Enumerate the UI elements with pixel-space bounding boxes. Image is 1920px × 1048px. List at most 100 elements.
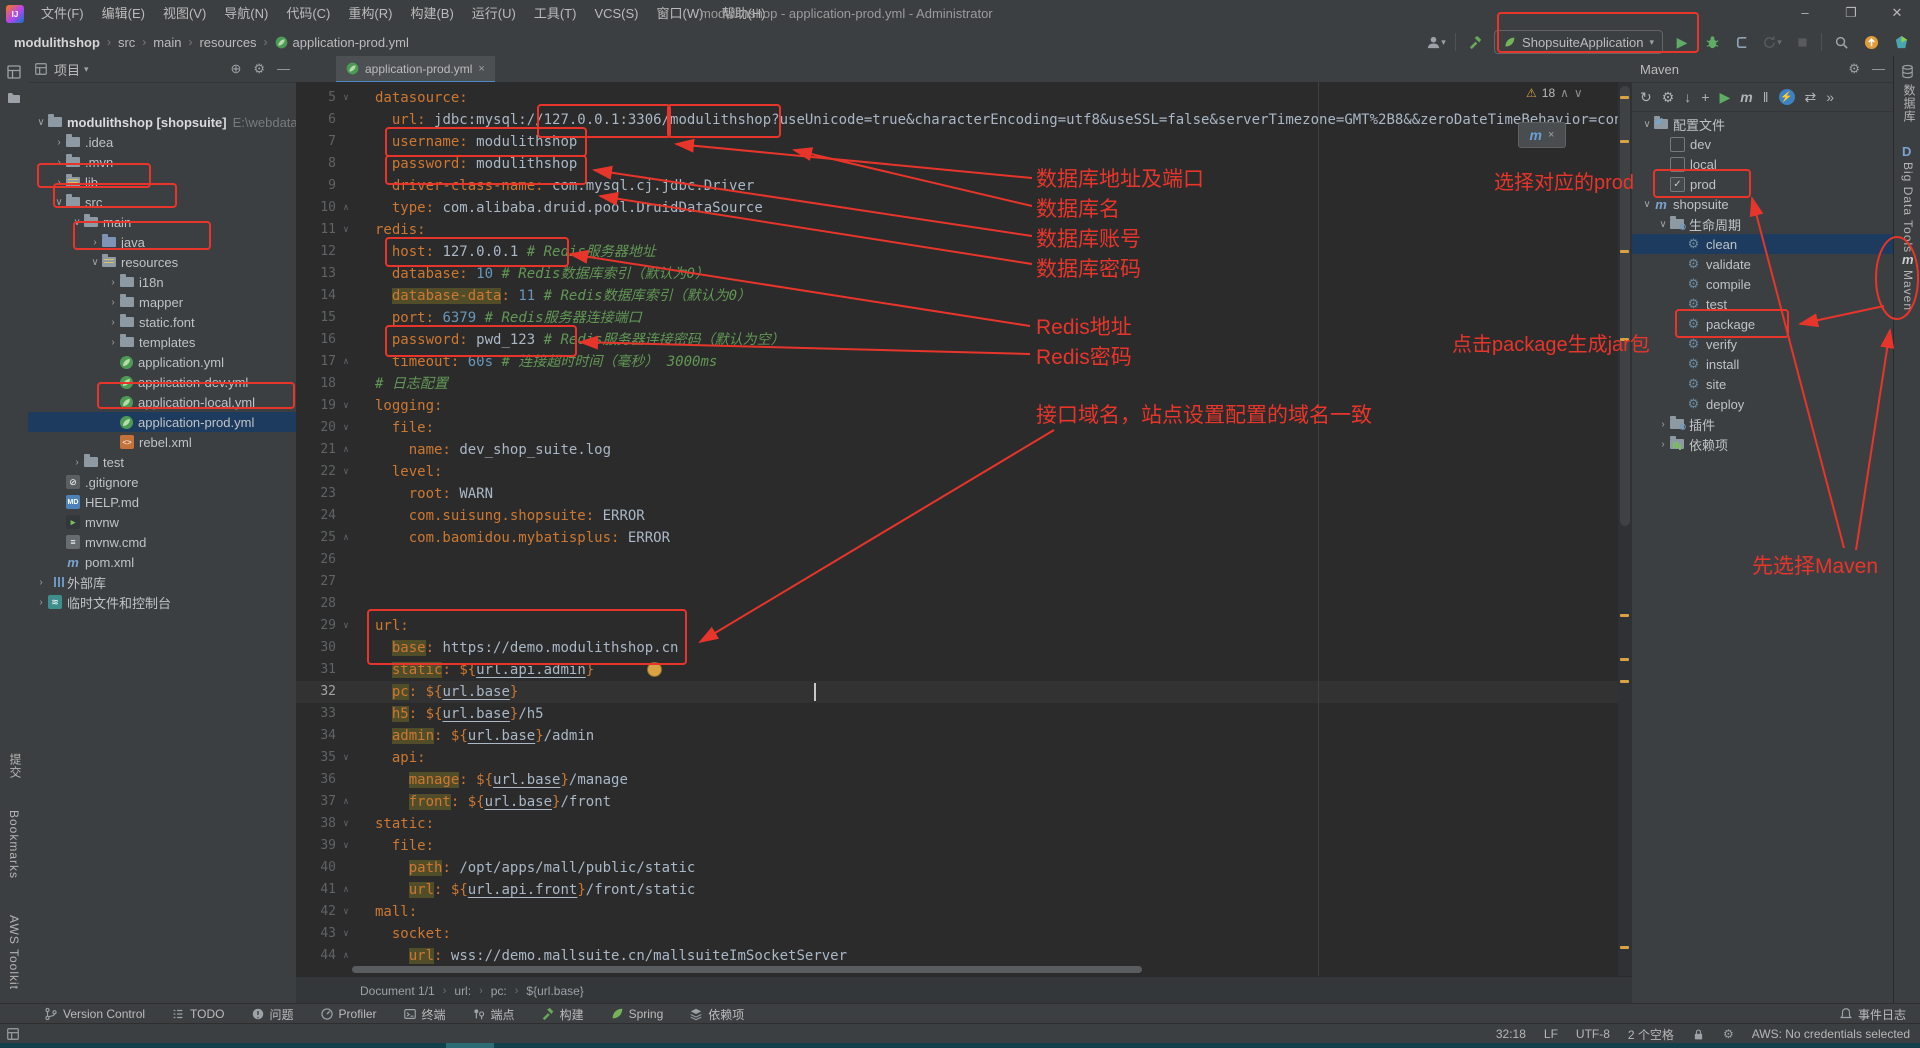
- menu-工具(T)[interactable]: 工具(T): [525, 0, 586, 28]
- tree-item-main[interactable]: ∨main: [28, 212, 297, 232]
- fold-marker[interactable]: ∧: [336, 527, 356, 549]
- tab-application-prod[interactable]: application-prod.yml ×: [336, 56, 495, 84]
- fold-marker[interactable]: ∨: [336, 87, 356, 109]
- code-line-23[interactable]: 23 root: WARN: [296, 483, 493, 505]
- maven-item-配置文件[interactable]: ∨配置文件: [1632, 114, 1893, 134]
- code-line-17[interactable]: 17∧ timeout: 60s # 连接超时时间（毫秒） 3000ms: [296, 351, 717, 373]
- chevron-icon[interactable]: ›: [106, 317, 120, 328]
- menu-视图(V)[interactable]: 视图(V): [154, 0, 215, 28]
- tree-item-modulithshop [shopsuite][interactable]: ∨modulithshop [shopsuite]E:\webdata\: [28, 112, 297, 132]
- menu-代码(C)[interactable]: 代码(C): [277, 0, 339, 28]
- maven-item-生命周期[interactable]: ∨生命周期: [1632, 214, 1893, 234]
- chevron-icon[interactable]: ∨: [70, 217, 84, 228]
- user-icon[interactable]: ▾: [1425, 31, 1447, 53]
- floating-widget[interactable]: m ×: [1518, 122, 1566, 148]
- doc-crumb-0[interactable]: Document 1/1: [360, 984, 435, 998]
- doc-crumb-2[interactable]: pc:: [491, 984, 507, 998]
- event-log-button[interactable]: 事件日志: [1839, 1006, 1906, 1023]
- maven-m-icon[interactable]: m: [1902, 252, 1914, 267]
- code-line-27[interactable]: 27: [296, 571, 375, 593]
- tab-close-icon[interactable]: ×: [478, 63, 484, 75]
- fold-marker[interactable]: ∨: [336, 615, 356, 637]
- chevron-icon[interactable]: ∨: [34, 117, 48, 128]
- maven-item-site[interactable]: ⚙site: [1632, 374, 1893, 394]
- code-line-13[interactable]: 13 database: 10 # Redis数据库索引（默认为0）: [296, 263, 709, 285]
- code-line-20[interactable]: 20∨ file:: [296, 417, 434, 439]
- maven-item-prod[interactable]: ✓prod: [1632, 174, 1893, 194]
- execute-icon[interactable]: ‖: [1763, 89, 1769, 105]
- chip-close-icon[interactable]: ×: [1548, 129, 1554, 141]
- database-icon[interactable]: [1900, 64, 1915, 79]
- chevron-icon[interactable]: ›: [52, 177, 66, 188]
- vertical-scrollbar[interactable]: [1620, 86, 1630, 526]
- code-line-9[interactable]: 9 driver-class-name: com.mysql.cj.jdbc.D…: [296, 175, 754, 197]
- chevron-icon[interactable]: ›: [1656, 439, 1670, 450]
- chevron-icon[interactable]: ∨: [52, 197, 66, 208]
- code-line-10[interactable]: 10∧ type: com.alibaba.druid.pool.DruidDa…: [296, 197, 763, 219]
- code-line-18[interactable]: 18# 日志配置: [296, 373, 448, 395]
- maven-item-compile[interactable]: ⚙compile: [1632, 274, 1893, 294]
- code-line-34[interactable]: 34 admin: ${url.base}/admin: [296, 725, 594, 747]
- maven-item-dev[interactable]: dev: [1632, 134, 1893, 154]
- tree-item-.idea[interactable]: ›.idea: [28, 132, 297, 152]
- code-line-25[interactable]: 25∧ com.baomidou.mybatisplus: ERROR: [296, 527, 670, 549]
- menu-文件(F)[interactable]: 文件(F): [32, 0, 93, 28]
- fold-marker[interactable]: ∨: [336, 923, 356, 945]
- locate-file-button[interactable]: ⊕: [230, 61, 241, 77]
- intention-bulb-icon[interactable]: [647, 662, 662, 677]
- fold-marker[interactable]: ∨: [336, 835, 356, 857]
- tool-button-终端[interactable]: 终端: [403, 1006, 446, 1023]
- maven-item-deploy[interactable]: ⚙deploy: [1632, 394, 1893, 414]
- maven-item-shopsuite[interactable]: ∨mshopsuite: [1632, 194, 1893, 214]
- tool-windows-toggle-icon[interactable]: [6, 1027, 20, 1041]
- hide-panel-button[interactable]: —: [277, 61, 290, 77]
- toggle-icon[interactable]: ⇄: [1805, 89, 1817, 106]
- code-line-32[interactable]: 32 pc: ${url.base}: [296, 681, 518, 703]
- checkbox-prod[interactable]: ✓: [1670, 177, 1685, 192]
- tool-aws-toolkit[interactable]: AWS Toolkit: [7, 915, 21, 990]
- chevron-icon[interactable]: ›: [106, 337, 120, 348]
- tree-item-rebel.xml[interactable]: <>rebel.xml: [28, 432, 297, 452]
- rerun-button[interactable]: ▾: [1761, 31, 1783, 53]
- panel-settings-button[interactable]: ⚙: [253, 61, 265, 77]
- code-line-43[interactable]: 43∨ socket:: [296, 923, 451, 945]
- tool-button-Version Control[interactable]: Version Control: [44, 1007, 145, 1021]
- file-encoding[interactable]: UTF-8: [1576, 1027, 1610, 1041]
- checkbox-local[interactable]: [1670, 157, 1685, 172]
- fold-marker[interactable]: ∨: [336, 219, 356, 241]
- add-icon[interactable]: +: [1701, 89, 1709, 105]
- code-line-36[interactable]: 36 manage: ${url.base}/manage: [296, 769, 628, 791]
- run-button[interactable]: ▶: [1671, 31, 1693, 53]
- code-line-21[interactable]: 21∧ name: dev_shop_suite.log: [296, 439, 611, 461]
- coverage-button[interactable]: [1731, 31, 1753, 53]
- tool-button-Spring[interactable]: Spring: [610, 1007, 664, 1021]
- code-editor[interactable]: 5∨datasource:6 url: jdbc:mysql://127.0.0…: [296, 82, 1632, 976]
- code-line-42[interactable]: 42∨mall:: [296, 901, 417, 923]
- code-line-26[interactable]: 26: [296, 549, 375, 571]
- chevron-icon[interactable]: ›: [34, 577, 48, 588]
- chevron-icon[interactable]: ∨: [1656, 219, 1670, 230]
- code-line-33[interactable]: 33 h5: ${url.base}/h5: [296, 703, 544, 725]
- tree-item-.mvn[interactable]: ›.mvn: [28, 152, 297, 172]
- chevron-icon[interactable]: ›: [34, 597, 48, 608]
- tool-maven[interactable]: Maven: [1901, 270, 1915, 311]
- line-separator[interactable]: LF: [1544, 1027, 1558, 1041]
- tool-database[interactable]: 数据库: [1901, 84, 1918, 123]
- maven-item-local[interactable]: local: [1632, 154, 1893, 174]
- tree-item-pom.xml[interactable]: mpom.xml: [28, 552, 297, 572]
- tree-item-static.font[interactable]: ›static.font: [28, 312, 297, 332]
- code-line-19[interactable]: 19∨logging:: [296, 395, 442, 417]
- tool-commit[interactable]: 提交: [7, 753, 24, 779]
- refresh-icon[interactable]: ↻: [1640, 89, 1652, 106]
- maven-item-插件[interactable]: ›插件: [1632, 414, 1893, 434]
- tool-button-构建[interactable]: 构建: [541, 1006, 584, 1023]
- tool-bigdata[interactable]: Big Data Tools: [1901, 162, 1915, 253]
- tree-item-templates[interactable]: ›templates: [28, 332, 297, 352]
- tree-item-临时文件和控制台[interactable]: ›≋临时文件和控制台: [28, 592, 297, 612]
- code-line-15[interactable]: 15 port: 6379 # Redis服务器连接端口: [296, 307, 642, 329]
- breadcrumb-resources[interactable]: resources: [199, 35, 256, 50]
- tree-item-i18n[interactable]: ›i18n: [28, 272, 297, 292]
- chevron-icon[interactable]: ∨: [1640, 199, 1654, 210]
- maven-hide-button[interactable]: —: [1872, 61, 1885, 77]
- maven-item-install[interactable]: ⚙install: [1632, 354, 1893, 374]
